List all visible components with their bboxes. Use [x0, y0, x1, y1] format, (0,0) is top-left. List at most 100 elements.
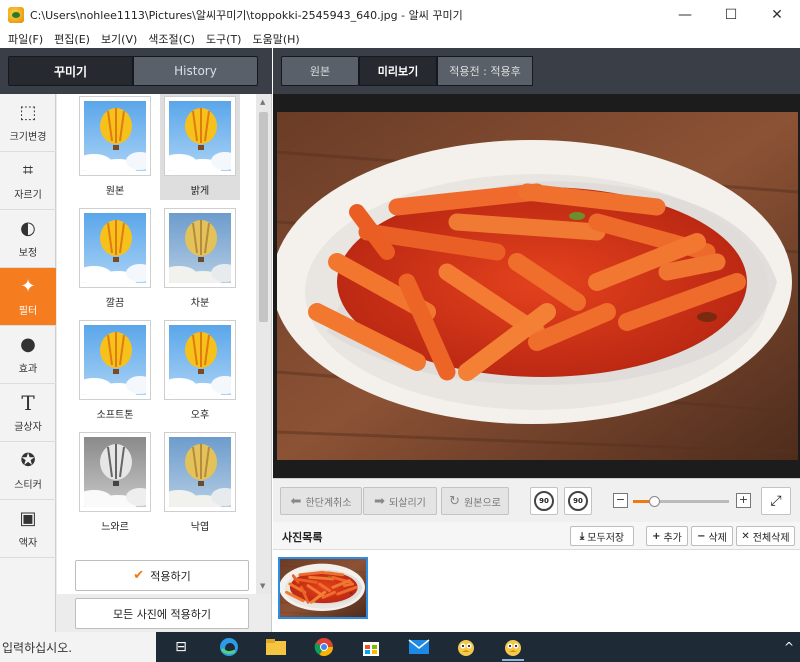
- scroll-up-icon[interactable]: ▲: [260, 98, 265, 106]
- menu-color[interactable]: 색조절(C): [144, 31, 202, 47]
- tab-decorate[interactable]: 꾸미기: [8, 56, 133, 86]
- menu-tools[interactable]: 도구(T): [202, 31, 249, 47]
- tab-compare[interactable]: 적용전 : 적용후: [437, 56, 533, 86]
- mail-icon[interactable]: [408, 637, 430, 657]
- delete-all-label: 전체삭제: [752, 532, 790, 544]
- x-icon: ✕: [741, 530, 750, 542]
- windows-taskbar: 입력하십시오. ⊟ ^: [0, 632, 800, 662]
- chrome-icon[interactable]: [313, 637, 335, 657]
- balloon-thumbnail: [75, 212, 155, 288]
- balloon-thumbnail: [160, 324, 240, 400]
- balloon-thumbnail: [75, 436, 155, 512]
- view-tab-bar: 원본 미리보기 적용전 : 적용후: [273, 48, 800, 94]
- resize-icon: ⬚: [19, 101, 37, 123]
- file-explorer-icon[interactable]: [265, 637, 287, 657]
- zoom-in-button[interactable]: +: [736, 493, 751, 508]
- menu-help[interactable]: 도움말(H): [248, 31, 306, 47]
- tool-sticker[interactable]: ✪ 스티커: [0, 442, 56, 500]
- scroll-thumb[interactable]: [259, 112, 268, 322]
- tool-label: 자르기: [14, 189, 42, 201]
- tool-filter[interactable]: ✦ 필터: [0, 268, 56, 326]
- tool-label: 보정: [18, 247, 38, 259]
- delete-label: 삭제: [708, 532, 727, 544]
- scroll-down-icon[interactable]: ▼: [260, 582, 265, 590]
- balloon-thumbnail: [75, 100, 155, 176]
- plus-icon: +: [652, 530, 661, 542]
- filter-label: 느와르: [101, 522, 129, 533]
- filter-label: 오후: [190, 410, 210, 421]
- taskbar-search[interactable]: 입력하십시오.: [0, 632, 156, 662]
- filter-calm[interactable]: 차분: [160, 206, 240, 312]
- tool-textbox[interactable]: T 글상자: [0, 384, 56, 442]
- photo-list: [273, 550, 800, 632]
- tool-crop[interactable]: ⌗ 자르기: [0, 152, 56, 210]
- window-title: C:\Users\nohlee1113\Pictures\알씨꾸미기\toppo…: [30, 9, 463, 22]
- tool-resize[interactable]: ⬚ 크기변경: [0, 94, 56, 152]
- filter-autumn[interactable]: 낙엽: [160, 430, 240, 536]
- apply-label: 적용하기: [150, 569, 191, 583]
- rotate-right-button[interactable]: 90: [564, 487, 592, 515]
- crop-icon: ⌗: [22, 159, 34, 181]
- zoom-knob[interactable]: [649, 496, 660, 507]
- tteokbokki-photo: [277, 112, 798, 460]
- contrast-icon: ◐: [20, 217, 36, 239]
- menu-file[interactable]: 파일(F): [4, 31, 50, 47]
- balloon-thumbnail: [160, 100, 240, 176]
- photo-list-header: 사진목록 ⤓ 모두저장 + 추가 − 삭제 ✕ 전체삭제: [273, 522, 800, 550]
- restore-original-button[interactable]: ↻ 원본으로: [441, 487, 509, 515]
- tool-label: 필터: [18, 305, 38, 317]
- filter-noir[interactable]: 느와르: [75, 430, 155, 536]
- apply-all-button[interactable]: 모든 사진에 적용하기: [75, 598, 249, 629]
- tab-preview[interactable]: 미리보기: [359, 56, 437, 86]
- filter-label: 밝게: [190, 186, 210, 197]
- save-all-button[interactable]: ⤓ 모두저장: [570, 526, 634, 546]
- task-view-icon[interactable]: ⊟: [170, 637, 192, 657]
- sticker-icon: ✪: [20, 449, 36, 471]
- store-icon[interactable]: [360, 637, 382, 657]
- filter-afternoon[interactable]: 오후: [160, 318, 240, 424]
- fit-screen-button[interactable]: ⤢: [761, 487, 791, 515]
- add-button[interactable]: + 추가: [646, 526, 688, 546]
- filter-bright[interactable]: 밝게: [160, 94, 240, 200]
- redo-button[interactable]: ➡ 되살리기: [363, 487, 437, 515]
- text-icon: T: [21, 390, 35, 415]
- delete-button[interactable]: − 삭제: [691, 526, 733, 546]
- photo-list-thumbnail[interactable]: [278, 557, 368, 619]
- minimize-button[interactable]: —: [662, 0, 708, 30]
- alsee-icon[interactable]: [455, 637, 477, 657]
- drop-icon: ●: [20, 333, 36, 355]
- edit-toolbar: ⬅ 한단계취소 ➡ 되살리기 ↻ 원본으로 90 90 − + ⤢: [273, 478, 800, 522]
- balloon-thumbnail: [160, 212, 240, 288]
- maximize-button[interactable]: ☐: [708, 0, 754, 30]
- tool-effect[interactable]: ● 효과: [0, 326, 56, 384]
- left-tab-bar: 꾸미기 History: [0, 48, 272, 94]
- menu-view[interactable]: 보기(V): [97, 31, 144, 47]
- tool-frame[interactable]: ▣ 액자: [0, 500, 56, 558]
- tab-original[interactable]: 원본: [281, 56, 359, 86]
- zoom-out-button[interactable]: −: [613, 493, 628, 508]
- filter-soft[interactable]: 소프트톤: [75, 318, 155, 424]
- filter-clean[interactable]: 깔끔: [75, 206, 155, 312]
- tool-rail: ⬚ 크기변경 ⌗ 자르기 ◐ 보정 ✦ 필터 ● 효과 T 글상자 ✪ 스티커 …: [0, 94, 56, 632]
- filter-scrollbar[interactable]: ▲ ▼: [256, 94, 271, 594]
- alsee-decorate-icon[interactable]: [502, 637, 524, 661]
- tray-overflow-icon[interactable]: ^: [784, 640, 794, 654]
- tool-adjust[interactable]: ◐ 보정: [0, 210, 56, 268]
- balloon-thumbnail: [75, 324, 155, 400]
- edge-icon[interactable]: [218, 637, 240, 657]
- zoom-slider[interactable]: [633, 496, 729, 507]
- delete-all-button[interactable]: ✕ 전체삭제: [736, 526, 795, 546]
- rotate-left-button[interactable]: 90: [530, 487, 558, 515]
- tab-history[interactable]: History: [133, 56, 258, 86]
- save-icon: ⤓: [579, 530, 585, 542]
- undo-button[interactable]: ⬅ 한단계취소: [280, 487, 362, 515]
- frame-icon: ▣: [19, 507, 37, 529]
- minus-icon: −: [697, 530, 706, 542]
- app-logo-icon: [8, 7, 24, 23]
- left-panel: 꾸미기 History ⬚ 크기변경 ⌗ 자르기 ◐ 보정 ✦ 필터 ● 효과 …: [0, 48, 272, 632]
- menu-edit[interactable]: 편집(E): [50, 31, 97, 47]
- close-button[interactable]: ✕: [754, 0, 800, 30]
- filter-original[interactable]: 원본: [75, 94, 155, 200]
- add-label: 추가: [663, 532, 682, 544]
- apply-button[interactable]: ✔ 적용하기: [75, 560, 249, 591]
